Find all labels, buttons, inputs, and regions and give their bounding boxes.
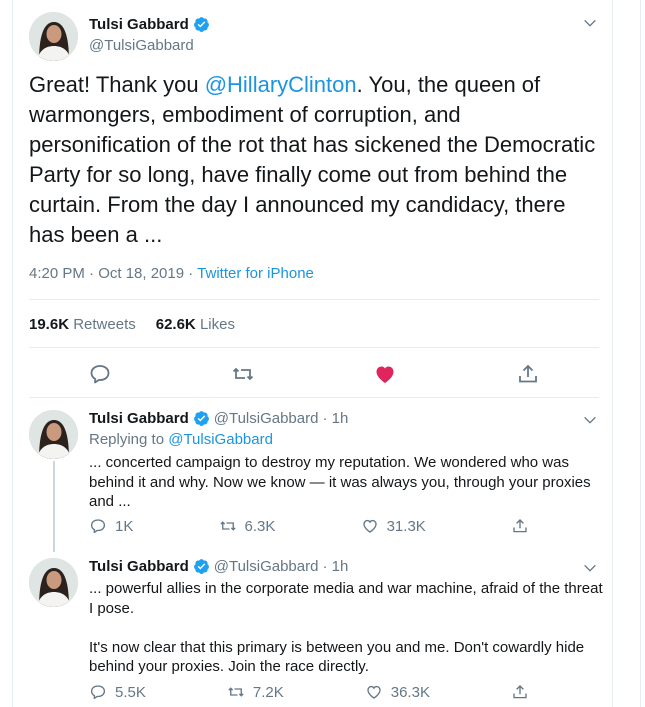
tweet-stats: 19.6K Retweets 62.6K Likes — [29, 316, 235, 333]
author-handle[interactable]: @TulsiGabbard — [214, 558, 319, 575]
share-icon[interactable] — [516, 362, 540, 386]
tweet-text-start: Great! Thank you — [29, 72, 205, 97]
reply-icon — [90, 519, 106, 534]
heart-icon — [367, 685, 381, 699]
retweet-icon — [219, 521, 236, 531]
author-name[interactable]: Tulsi Gabbard — [89, 16, 210, 33]
heart-icon[interactable] — [373, 362, 397, 386]
sidebar-edge — [640, 0, 645, 707]
reply-actions: 1K 6.3K 31.3K — [89, 517, 529, 535]
reply-header: Tulsi Gabbard @TulsiGabbard · 1h — [89, 410, 348, 427]
chevron-down-icon[interactable] — [582, 412, 598, 428]
reply-timestamp[interactable]: · 1h — [322, 410, 348, 427]
verified-badge-icon — [193, 411, 209, 426]
reply-icon — [90, 685, 106, 700]
likes-label: Likes — [199, 316, 235, 333]
tweet-source-link[interactable]: Twitter for iPhone — [197, 265, 314, 282]
reply-icon[interactable] — [88, 362, 112, 386]
verified-badge-icon — [193, 559, 209, 574]
like-button[interactable]: 31.3K — [361, 517, 426, 535]
author-name[interactable]: Tulsi Gabbard — [89, 410, 189, 427]
retweets-stat[interactable]: 19.6K Retweets — [29, 316, 136, 333]
reply-count: 1K — [115, 517, 134, 535]
tweet-timestamp[interactable]: 4:20 PM · Oct 18, 2019 · — [29, 265, 197, 282]
author-handle[interactable]: @TulsiGabbard — [89, 37, 194, 54]
like-count: 36.3K — [390, 683, 430, 701]
author-name-text[interactable]: Tulsi Gabbard — [89, 16, 189, 33]
avatar[interactable] — [29, 12, 78, 61]
likes-stat[interactable]: 62.6K Likes — [156, 316, 235, 333]
tweet-text-rest: . You, the queen of warmongers, embodime… — [29, 72, 596, 247]
reply-count: 5.5K — [115, 683, 146, 701]
like-button[interactable]: 36.3K — [365, 683, 430, 701]
like-count: 31.3K — [386, 517, 426, 535]
retweet-icon — [228, 687, 244, 697]
replying-to-link[interactable]: @TulsiGabbard — [168, 431, 273, 448]
divider — [29, 347, 599, 348]
share-icon — [513, 519, 527, 533]
replying-label: Replying to — [89, 431, 169, 448]
tweet-text: Great! Thank you @HillaryClinton. You, t… — [29, 70, 599, 250]
chevron-down-icon[interactable] — [582, 15, 598, 31]
tweet-actions — [29, 362, 599, 386]
replying-to: Replying to @TulsiGabbard — [89, 431, 273, 448]
thread-connector — [53, 461, 55, 552]
divider — [29, 299, 599, 300]
verified-badge-icon — [193, 17, 209, 32]
share-icon — [513, 685, 527, 699]
author-handle[interactable]: @TulsiGabbard — [214, 410, 319, 427]
reply-text: ... concerted campaign to destroy my rep… — [89, 454, 591, 510]
timeline-column: Tulsi Gabbard @TulsiGabbard Great! Thank… — [12, 0, 613, 707]
avatar[interactable] — [29, 558, 78, 607]
reply-header: Tulsi Gabbard @TulsiGabbard · 1h — [89, 558, 348, 575]
retweet-count: 7.2K — [252, 683, 284, 701]
share-button[interactable] — [511, 517, 529, 535]
reply-button[interactable]: 5.5K — [89, 683, 146, 701]
divider — [29, 397, 599, 398]
retweet-button[interactable]: 6.3K — [219, 517, 276, 535]
avatar[interactable] — [29, 410, 78, 459]
retweet-button[interactable]: 7.2K — [227, 683, 284, 701]
reply-timestamp[interactable]: · 1h — [322, 558, 348, 575]
retweet-count: 6.3K — [244, 517, 276, 535]
reply-actions: 5.5K 7.2K 36.3K — [89, 683, 529, 701]
reply-button[interactable]: 1K — [89, 517, 133, 535]
mention-link[interactable]: @HillaryClinton — [205, 72, 357, 97]
likes-count: 62.6K — [155, 316, 196, 333]
retweet-icon[interactable] — [231, 362, 255, 386]
author-name[interactable]: Tulsi Gabbard — [89, 558, 189, 575]
reply-text: ... powerful allies in the corporate med… — [89, 580, 603, 675]
retweets-label: Retweets — [73, 316, 136, 333]
heart-icon — [362, 519, 377, 533]
retweets-count: 19.6K — [29, 316, 70, 333]
chevron-down-icon[interactable] — [582, 560, 598, 576]
share-button[interactable] — [511, 683, 529, 701]
tweet-meta: 4:20 PM · Oct 18, 2019 · Twitter for iPh… — [29, 265, 314, 282]
